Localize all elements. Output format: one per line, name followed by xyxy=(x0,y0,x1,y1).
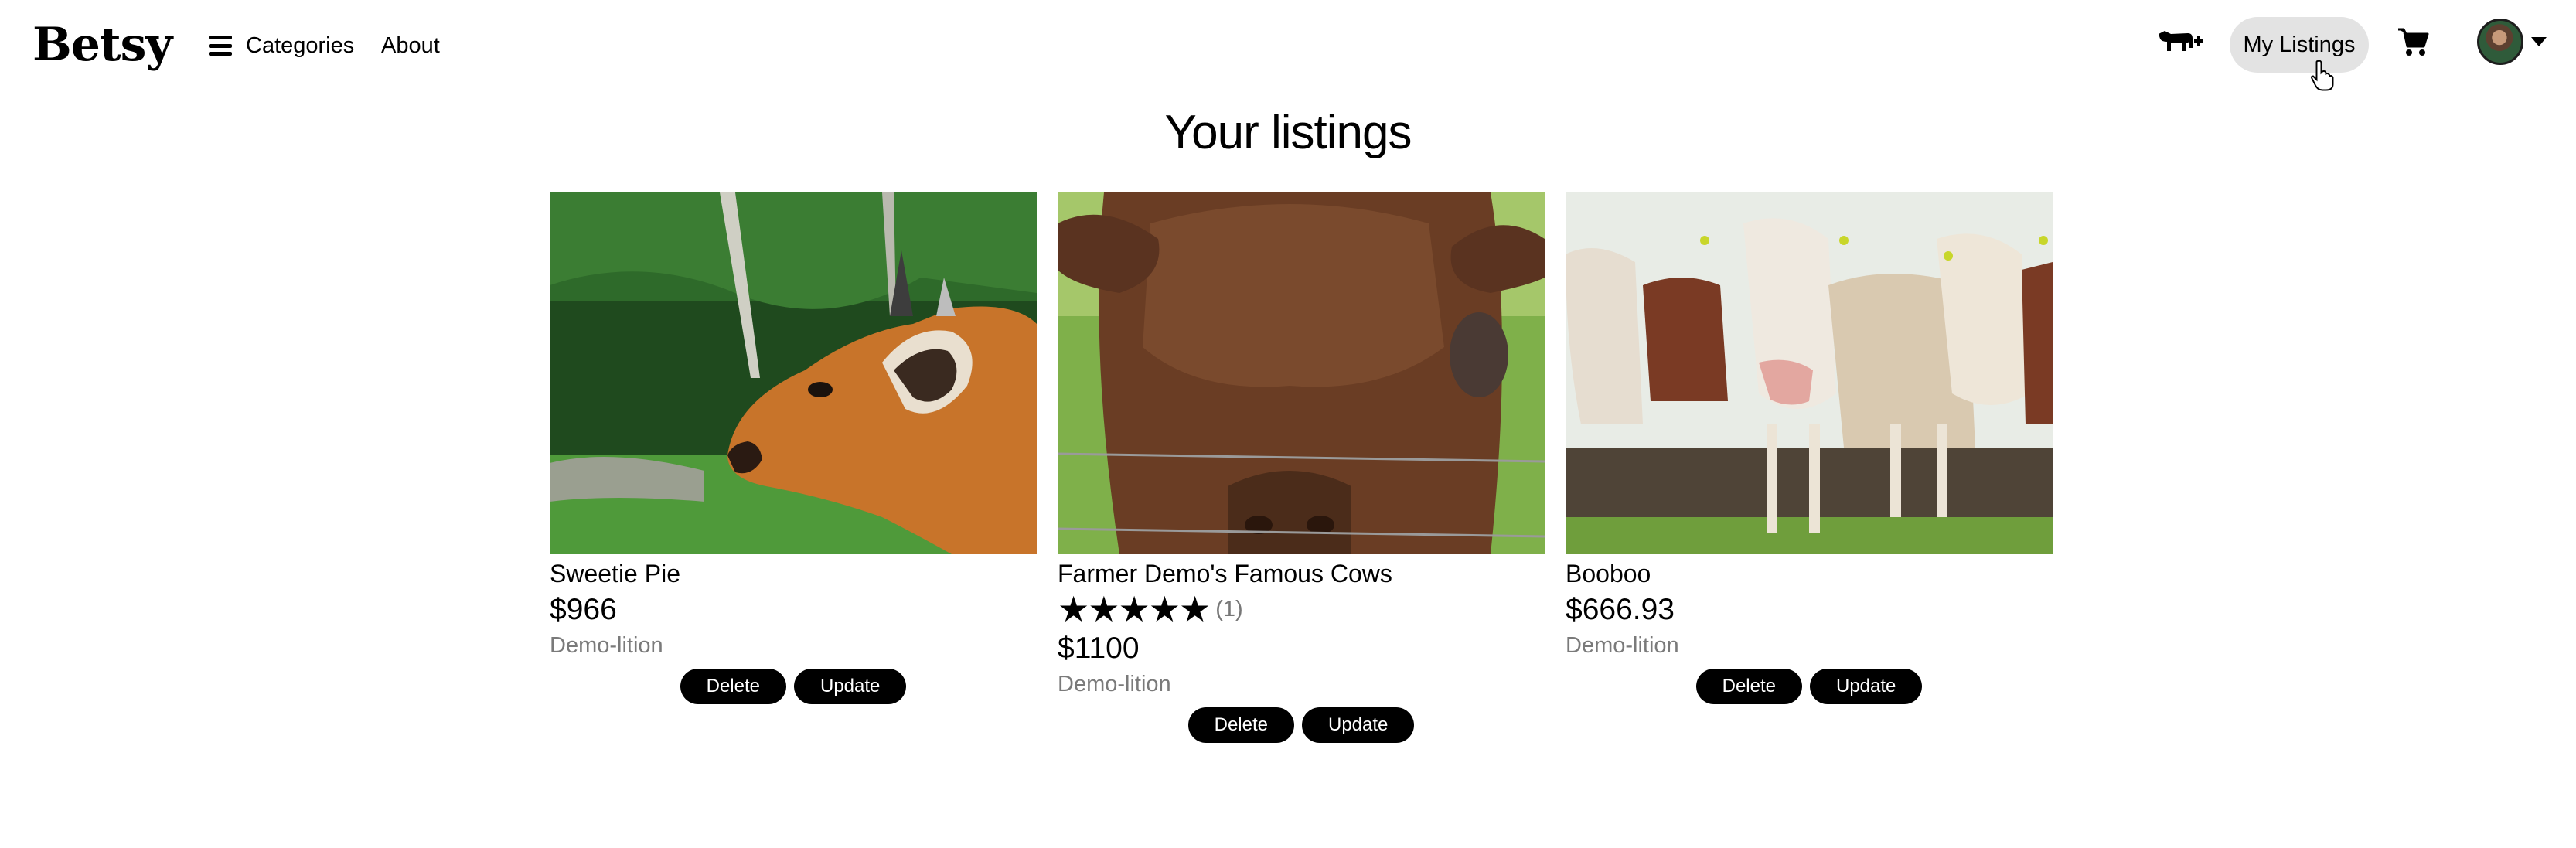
update-button[interactable]: Update xyxy=(1809,669,1923,704)
cart-icon[interactable] xyxy=(2397,25,2431,59)
betsy-logo[interactable]: Betsy xyxy=(32,17,172,73)
my-listings-button[interactable]: My Listings xyxy=(2230,17,2369,73)
listing-card: Sweetie Pie $966 Demo-lition Delete Upda… xyxy=(550,192,1037,704)
listing-seller: Demo-lition xyxy=(550,633,663,658)
hamburger-icon xyxy=(209,36,232,56)
add-listing-button[interactable] xyxy=(2155,23,2205,60)
listing-card: Booboo $666.93 Demo-lition Delete Update xyxy=(1566,192,2053,704)
listing-price: $1100 xyxy=(1058,632,1140,665)
listing-price: $666.93 xyxy=(1566,593,1675,626)
categories-menu-button[interactable]: Categories xyxy=(209,28,354,63)
about-link[interactable]: About xyxy=(381,28,440,63)
cow-plus-icon xyxy=(2159,31,2203,51)
delete-button[interactable]: Delete xyxy=(1695,669,1802,704)
listing-name[interactable]: Booboo xyxy=(1566,557,2053,590)
listing-name[interactable]: Sweetie Pie xyxy=(550,557,1037,590)
rating: ★★★★★ (1) xyxy=(1058,590,1545,628)
listing-image[interactable] xyxy=(1566,192,2053,554)
listing-seller: Demo-lition xyxy=(1566,633,1679,658)
page-title: Your listings xyxy=(1164,106,1412,159)
update-button[interactable]: Update xyxy=(1301,707,1415,743)
delete-button[interactable]: Delete xyxy=(1187,707,1294,743)
listing-card: Farmer Demo's Famous Cows ★★★★★ (1) $110… xyxy=(1058,192,1545,743)
listing-image[interactable] xyxy=(1058,192,1545,554)
top-nav: Betsy Categories About My Listings xyxy=(0,0,2576,91)
rating-count: (1) xyxy=(1215,596,1243,622)
categories-label: Categories xyxy=(246,33,355,58)
hand-cursor-icon xyxy=(2311,60,2334,91)
listing-image[interactable] xyxy=(550,192,1037,554)
avatar xyxy=(2477,19,2523,65)
listing-price: $966 xyxy=(550,593,617,626)
listing-seller: Demo-lition xyxy=(1058,672,1171,696)
update-button[interactable]: Update xyxy=(793,669,907,704)
listing-name[interactable]: Farmer Demo's Famous Cows xyxy=(1058,557,1545,590)
delete-button[interactable]: Delete xyxy=(680,669,786,704)
profile-menu-button[interactable] xyxy=(2477,19,2547,65)
chevron-down-icon xyxy=(2531,37,2547,46)
star-rating-icon: ★★★★★ xyxy=(1058,589,1211,629)
